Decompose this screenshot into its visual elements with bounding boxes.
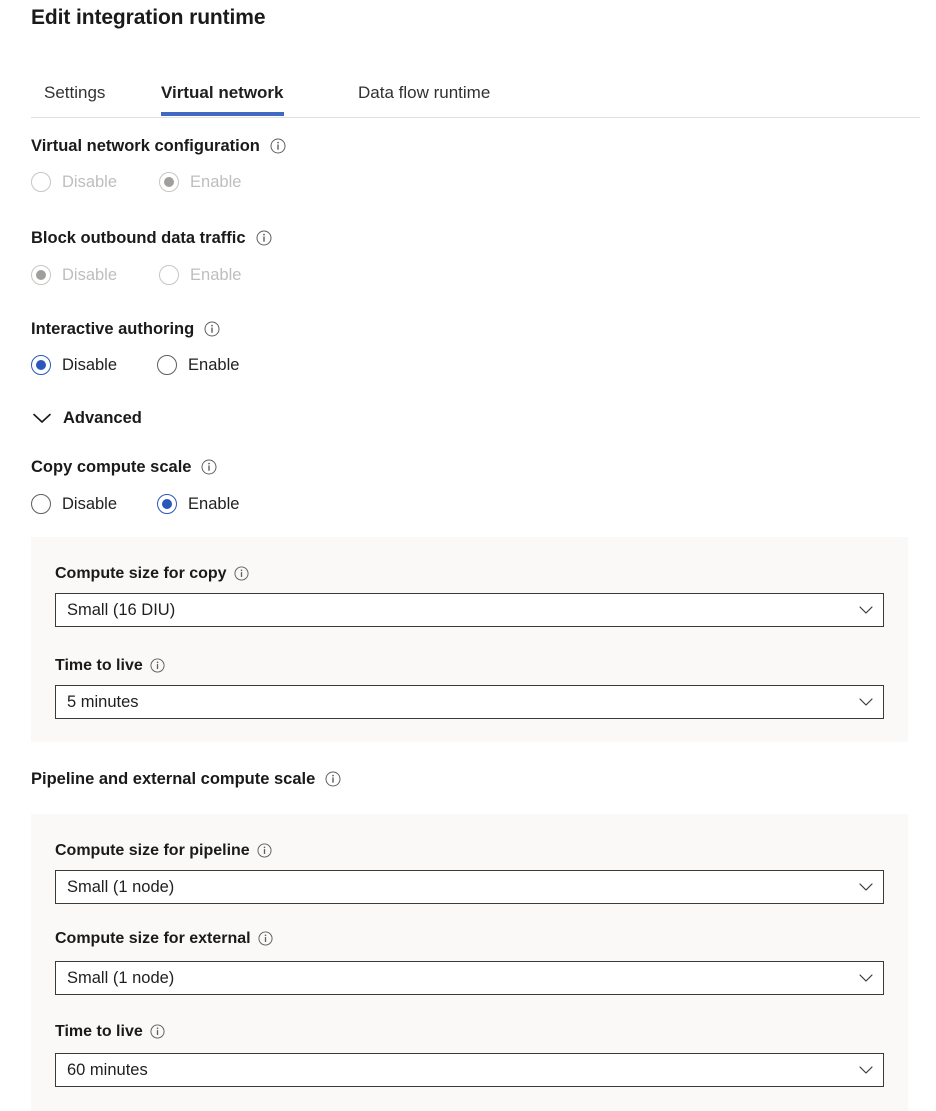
copy-compute-scale-radio-disable-label: Disable [62, 495, 117, 514]
copy-compute-scale-radio-group: Disable Enable [31, 494, 239, 514]
interactive-authoring-radio-enable-label: Enable [188, 356, 239, 375]
chevron-down-icon [849, 1054, 883, 1086]
tab-settings[interactable]: Settings [44, 72, 105, 114]
radio-mark [31, 265, 51, 285]
virtual-network-configuration-label: Virtual network configuration [31, 137, 286, 156]
pipeline-external-compute-scale-label-text: Pipeline and external compute scale [31, 770, 315, 789]
info-icon[interactable] [204, 321, 220, 337]
block-outbound-data-traffic-label: Block outbound data traffic [31, 229, 272, 248]
info-icon[interactable] [234, 565, 250, 581]
tab-bar: Settings Virtual network Data flow runti… [0, 72, 936, 118]
info-icon[interactable] [270, 138, 286, 154]
compute-size-for-pipeline-value: Small (1 node) [56, 878, 849, 897]
pipeline-time-to-live-value: 60 minutes [56, 1061, 849, 1080]
radio-mark [157, 355, 177, 375]
radio-mark [159, 265, 179, 285]
info-icon[interactable] [256, 230, 272, 246]
copy-compute-scale-radio-enable[interactable]: Enable [157, 494, 239, 514]
vnc-radio-disable: Disable [31, 172, 117, 192]
advanced-toggle-label: Advanced [63, 409, 142, 428]
info-icon[interactable] [150, 657, 166, 673]
interactive-authoring-radio-disable-label: Disable [62, 356, 117, 375]
radio-mark [31, 355, 51, 375]
copy-time-to-live-label: Time to live [55, 657, 166, 675]
compute-size-for-external-dropdown[interactable]: Small (1 node) [55, 961, 884, 995]
interactive-authoring-radio-enable[interactable]: Enable [157, 355, 239, 375]
interactive-authoring-radio-disable[interactable]: Disable [31, 355, 117, 375]
copy-time-to-live-label-text: Time to live [55, 657, 143, 675]
compute-size-for-copy-value: Small (16 DIU) [56, 601, 849, 620]
chevron-down-icon [849, 962, 883, 994]
tab-bar-divider [31, 117, 920, 118]
block-outbound-data-traffic-radio-group: Disable Enable [31, 265, 241, 285]
radio-mark [31, 172, 51, 192]
copy-compute-scale-radio-disable[interactable]: Disable [31, 494, 117, 514]
compute-size-for-external-label: Compute size for external [55, 930, 274, 948]
compute-size-for-pipeline-label: Compute size for pipeline [55, 842, 273, 860]
bodt-radio-enable-label: Enable [190, 266, 241, 285]
virtual-network-configuration-label-text: Virtual network configuration [31, 137, 260, 156]
radio-mark [159, 172, 179, 192]
copy-compute-scale-label: Copy compute scale [31, 458, 217, 477]
chevron-down-icon [849, 871, 883, 903]
info-icon[interactable] [325, 771, 341, 787]
copy-compute-scale-label-text: Copy compute scale [31, 458, 191, 477]
bodt-radio-enable: Enable [159, 265, 241, 285]
info-icon[interactable] [201, 459, 217, 475]
pipeline-time-to-live-dropdown[interactable]: 60 minutes [55, 1053, 884, 1087]
copy-time-to-live-value: 5 minutes [56, 693, 849, 712]
interactive-authoring-radio-group: Disable Enable [31, 355, 239, 375]
virtual-network-configuration-radio-group: Disable Enable [31, 172, 241, 192]
compute-size-for-pipeline-label-text: Compute size for pipeline [55, 842, 250, 860]
interactive-authoring-label: Interactive authoring [31, 320, 220, 339]
bodt-radio-disable-label: Disable [62, 266, 117, 285]
tab-virtual-network[interactable]: Virtual network [161, 72, 284, 114]
interactive-authoring-label-text: Interactive authoring [31, 320, 194, 339]
page-title: Edit integration runtime [31, 6, 265, 30]
copy-compute-scale-radio-enable-label: Enable [188, 495, 239, 514]
compute-size-for-copy-label-text: Compute size for copy [55, 565, 227, 583]
chevron-down-icon [31, 407, 53, 429]
compute-size-for-copy-dropdown[interactable]: Small (16 DIU) [55, 593, 884, 627]
pipeline-external-compute-scale-label: Pipeline and external compute scale [31, 770, 341, 789]
chevron-down-icon [849, 686, 883, 718]
advanced-toggle[interactable]: Advanced [31, 407, 142, 429]
compute-size-for-pipeline-dropdown[interactable]: Small (1 node) [55, 870, 884, 904]
radio-mark [157, 494, 177, 514]
vnc-radio-enable: Enable [159, 172, 241, 192]
info-icon[interactable] [257, 842, 273, 858]
info-icon[interactable] [150, 1023, 166, 1039]
copy-time-to-live-dropdown[interactable]: 5 minutes [55, 685, 884, 719]
info-icon[interactable] [258, 930, 274, 946]
tab-data-flow-runtime[interactable]: Data flow runtime [358, 72, 490, 114]
compute-size-for-copy-label: Compute size for copy [55, 565, 250, 583]
pipeline-time-to-live-label-text: Time to live [55, 1023, 143, 1041]
pipeline-time-to-live-label: Time to live [55, 1023, 166, 1041]
compute-size-for-external-label-text: Compute size for external [55, 930, 251, 948]
chevron-down-icon [849, 594, 883, 626]
edit-integration-runtime-page: Edit integration runtime Settings Virtua… [0, 0, 936, 1111]
vnc-radio-enable-label: Enable [190, 173, 241, 192]
block-outbound-data-traffic-label-text: Block outbound data traffic [31, 229, 246, 248]
vnc-radio-disable-label: Disable [62, 173, 117, 192]
bodt-radio-disable: Disable [31, 265, 117, 285]
compute-size-for-external-value: Small (1 node) [56, 969, 849, 988]
radio-mark [31, 494, 51, 514]
